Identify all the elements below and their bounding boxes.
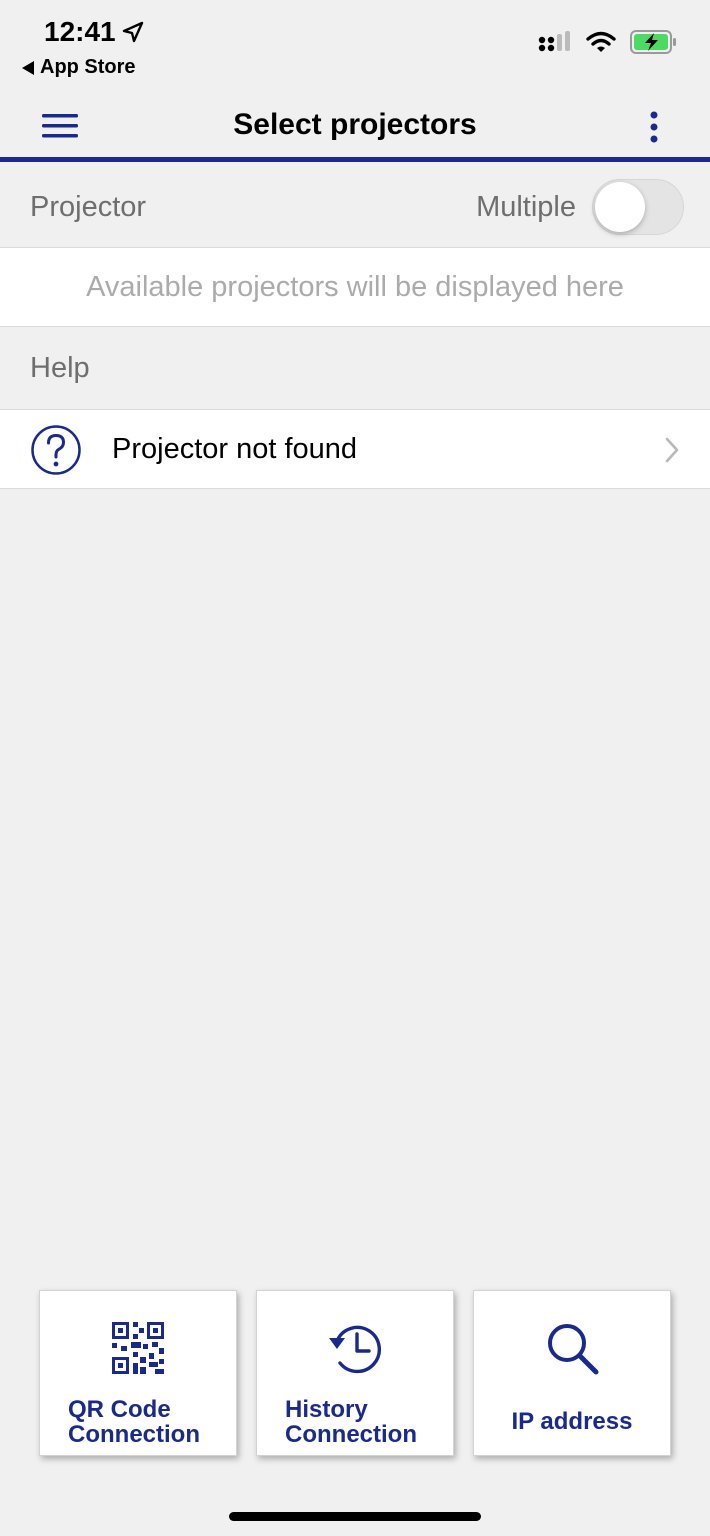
back-triangle-icon [22, 60, 34, 75]
qr-label-line-2: Connection [68, 1421, 200, 1448]
ip-address-button[interactable]: IP address [473, 1290, 671, 1456]
vertical-ellipsis-icon [650, 111, 658, 143]
connection-actions: QR Code Connection History Connection IP… [0, 1290, 710, 1456]
page-title: Select projectors [233, 108, 477, 141]
battery-charging-icon [630, 30, 676, 54]
chevron-right-icon [665, 437, 679, 463]
qr-code-connection-label: QR Code Connection [68, 1397, 226, 1447]
wifi-icon [586, 31, 616, 52]
ip-address-label: IP address [511, 1408, 633, 1435]
status-indicators [538, 30, 678, 54]
history-icon [329, 1325, 382, 1374]
qr-label-line-1: QR Code [68, 1396, 171, 1423]
history-label-line-1: History [285, 1396, 368, 1423]
location-arrow-icon [122, 21, 143, 43]
status-time-text: 12:41 [44, 16, 116, 47]
qr-code-connection-button[interactable]: QR Code Connection [39, 1290, 237, 1456]
status-time: 12:41 [44, 16, 144, 48]
help-header-label: Help [30, 351, 90, 384]
help-item-label: Projector not found [112, 432, 358, 465]
home-indicator[interactable] [229, 1512, 481, 1521]
projector-list: Available projectors will be displayed h… [0, 247, 710, 327]
multiple-toggle[interactable] [592, 179, 684, 235]
back-label: App Store [40, 56, 136, 78]
multiple-selection: Multiple [476, 179, 684, 235]
history-connection-button[interactable]: History Connection [256, 1290, 454, 1456]
qr-code-icon [112, 1322, 164, 1374]
back-to-app-store[interactable]: App Store [22, 56, 136, 79]
more-options-button[interactable] [642, 108, 666, 148]
projector-header-label: Projector [30, 190, 147, 223]
empty-list-message: Available projectors will be displayed h… [86, 270, 624, 303]
toggle-knob [595, 182, 645, 232]
navigation-bar: Select projectors [0, 92, 710, 162]
projector-section-header: Projector Multiple [0, 167, 710, 247]
projector-not-found-item[interactable]: Projector not found [0, 409, 710, 489]
search-icon [548, 1324, 599, 1375]
cellular-signal-icon [538, 31, 570, 52]
multiple-label: Multiple [476, 190, 576, 223]
history-connection-label: History Connection [285, 1397, 443, 1447]
history-label-line-2: Connection [285, 1421, 417, 1448]
status-bar: 12:41 App Store [0, 0, 710, 92]
help-section-header: Help [0, 327, 710, 409]
question-circle-icon [31, 425, 81, 475]
